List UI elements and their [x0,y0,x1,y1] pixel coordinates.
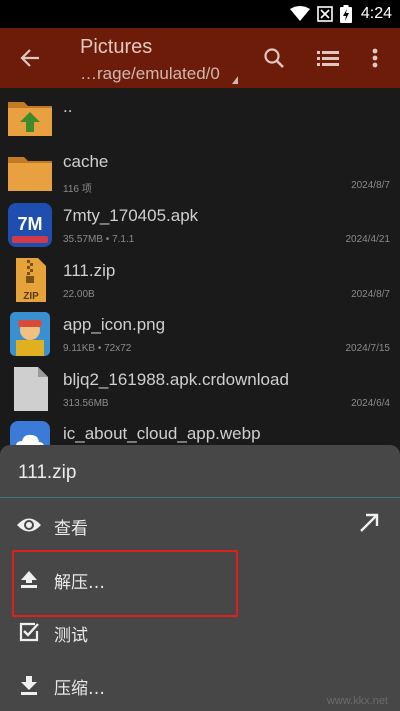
file-date: 2024/8/7 [351,288,390,300]
file-name: app_icon.png [63,315,166,334]
file-date: 2024/8/7 [351,179,390,191]
file-name: .. [63,97,73,116]
folder-icon [8,156,52,191]
view-menu-item[interactable]: 查看 [0,498,400,551]
list-item[interactable]: .. [0,88,400,143]
highlight-annotation [12,550,238,617]
file-date: 2024/7/15 [345,343,391,354]
file-meta: 9.11KB • 72x72 [63,343,132,354]
document-file-icon [14,366,48,411]
back-button[interactable] [12,40,48,76]
folder-up-icon [8,102,52,136]
apk-app-icon: 7M [8,203,52,247]
status-bar: 4:24 [0,0,400,28]
svg-text:7M: 7M [17,214,42,234]
page-title: Pictures [80,36,153,58]
file-name: ic_about_cloud_app.webp [63,424,261,443]
menu-label: 测试 [54,626,88,646]
more-vert-icon [372,48,378,68]
file-meta: 313.56MB [63,397,109,409]
file-name: bljq2_161988.apk.crdownload [63,369,289,389]
svg-text:ZIP: ZIP [23,291,39,302]
sheet-title: 111.zip [18,462,77,483]
list-item[interactable]: app_icon.png 9.11KB • 72x72 2024/7/15 [0,306,400,361]
search-icon [264,48,284,68]
checkbox-icon [16,619,42,645]
path-dropdown[interactable]: …rage/emulated/0 [80,64,220,84]
dropdown-caret-icon [232,76,238,84]
menu-label: 压缩… [54,679,105,699]
list-view-icon [317,51,339,66]
arrow-back-icon [20,49,39,67]
file-name: cache [63,151,109,171]
open-external-icon[interactable] [358,512,384,538]
file-meta: 35.57MB • 7.1.1 [63,234,135,245]
list-item[interactable]: bljq2_161988.apk.crdownload 313.56MB 202… [0,361,400,416]
file-meta: 22.00B [63,288,95,300]
list-item[interactable]: 7M 7mty_170405.apk 35.57MB • 7.1.1 2024/… [0,197,400,252]
list-item[interactable]: cache 116 项 2024/8/7 [0,143,400,198]
app-bar: Pictures …rage/emulated/0 [0,28,400,88]
search-button[interactable] [256,40,292,76]
file-meta: 116 项 [63,183,92,195]
file-date: 2024/6/4 [351,397,390,409]
battery-charging-icon [339,5,352,23]
file-list: .. cache 116 项 2024/8/7 7M 7mty_170405.a… [0,88,400,470]
sim-no-signal-icon [317,6,333,22]
overflow-menu-button[interactable] [357,40,393,76]
wifi-icon [289,6,310,21]
status-time: 4:24 [360,5,392,22]
download-icon [16,672,42,698]
list-item[interactable]: ZIP 111.zip 22.00B 2024/8/7 [0,252,400,307]
image-thumbnail-icon [10,312,50,356]
view-list-button[interactable] [310,40,346,76]
file-date: 2024/4/21 [345,234,391,245]
file-name: 7mty_170405.apk [63,206,199,225]
menu-label: 查看 [54,519,88,539]
watermark: www.kkx.net [326,695,388,707]
eye-icon [16,512,42,538]
file-name: 111.zip [63,260,116,280]
zip-file-icon: ZIP [16,257,46,302]
